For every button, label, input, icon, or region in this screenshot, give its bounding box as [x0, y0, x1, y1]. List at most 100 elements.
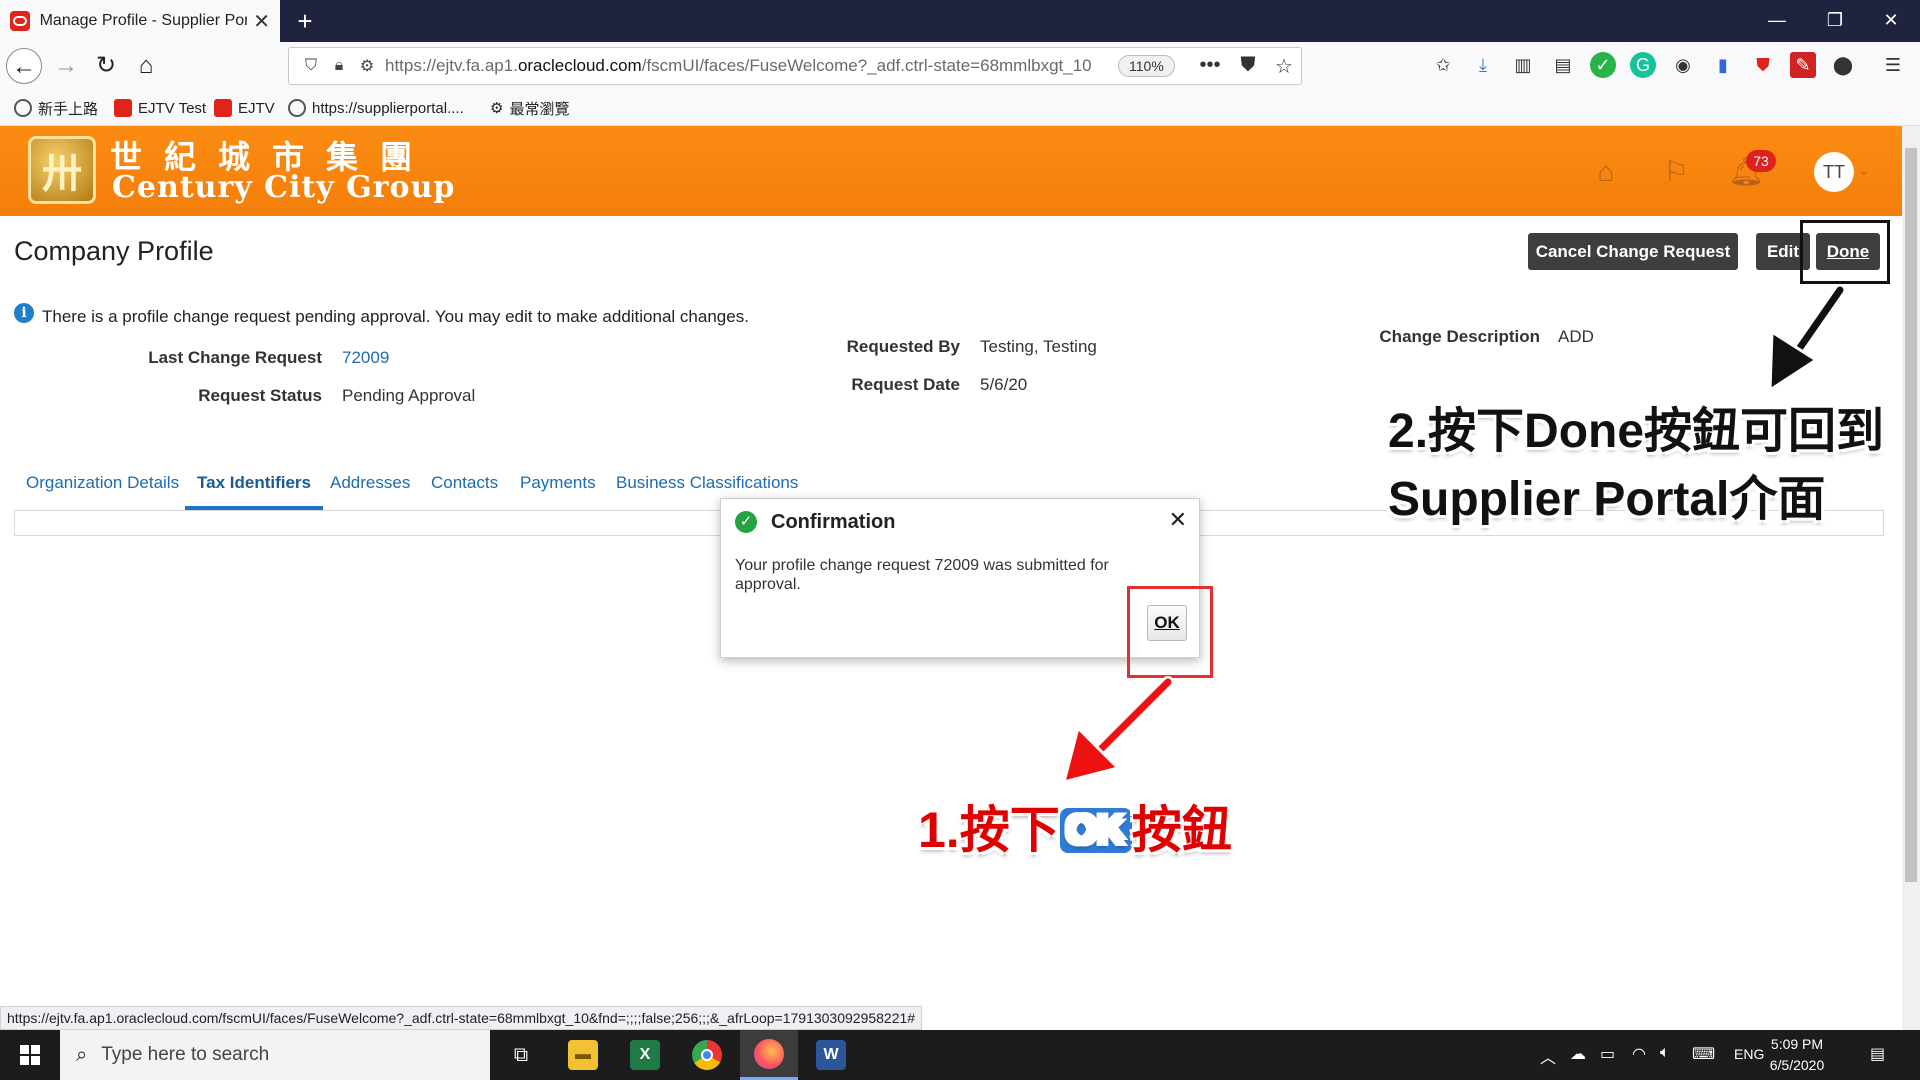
start-button[interactable] — [0, 1030, 60, 1080]
pending-approval-message: There is a profile change request pendin… — [42, 307, 749, 326]
word-icon: W — [816, 1040, 846, 1070]
lock-icon[interactable]: 🔒︎ — [329, 57, 349, 75]
windows-taskbar: ⌕ Type here to search ⧉ ▬ X W ︿ ☁ ▭ ◠ 🔈︎… — [0, 1030, 1920, 1080]
bookmark-ejtv[interactable]: EJTV — [214, 96, 275, 120]
home-button[interactable]: ⌂ — [128, 48, 164, 84]
volume-icon[interactable]: 🔈︎ — [1660, 1044, 1670, 1062]
extension-icon[interactable]: ⬤ — [1830, 52, 1856, 78]
dialog-title: Confirmation — [771, 511, 896, 533]
file-explorer-app[interactable]: ▬ — [554, 1030, 612, 1080]
reading-list-icon[interactable]: ✩ — [1430, 52, 1456, 78]
tab-contacts[interactable]: Contacts — [431, 470, 498, 510]
url-text[interactable]: https://ejtv.fa.ap1.oraclecloud.com/fscm… — [385, 56, 1110, 76]
bookmark-ejtv-test[interactable]: EJTV Test — [114, 96, 206, 120]
checkmark-extension-icon[interactable]: ✓ — [1590, 52, 1616, 78]
pocket-icon[interactable]: ⛊ — [1235, 54, 1261, 77]
scrollbar-thumb[interactable] — [1905, 148, 1917, 882]
request-date-value: 5/6/20 — [980, 375, 1028, 394]
company-logo-emblem: 卅 — [28, 136, 96, 204]
black-arrow — [1768, 284, 1846, 393]
address-bar[interactable]: ⛉ 🔒︎ ⚙ https://ejtv.fa.ap1.oraclecloud.c… — [288, 47, 1302, 85]
pdf-extension-icon[interactable]: ✎ — [1790, 52, 1816, 78]
request-date-label: Request Date — [851, 375, 960, 394]
last-change-request-link[interactable]: 72009 — [342, 348, 389, 368]
battery-icon[interactable]: ▭ — [1600, 1044, 1615, 1064]
chevron-up-icon[interactable]: ︿ — [1540, 1044, 1556, 1068]
close-tab-icon[interactable]: ✕ — [253, 9, 270, 34]
chrome-app[interactable] — [678, 1030, 736, 1080]
system-clock[interactable]: 5:09 PM 6/5/2020 — [1762, 1034, 1832, 1076]
user-avatar[interactable]: TT — [1814, 152, 1854, 192]
minimize-button[interactable]: — — [1748, 0, 1806, 42]
account-icon[interactable]: ◉ — [1670, 52, 1696, 78]
cancel-change-request-button[interactable]: Cancel Change Request — [1528, 233, 1738, 270]
chevron-down-icon[interactable]: ⌄ — [1858, 162, 1870, 179]
shield-extension-icon[interactable]: ⛊ — [1750, 52, 1776, 78]
tab-tax-identifiers[interactable]: Tax Identifiers — [185, 470, 323, 510]
shield-icon[interactable]: ⛉ — [301, 57, 321, 75]
excel-app[interactable]: X — [616, 1030, 674, 1080]
step1-annotation: 1.按下 OK 按鈕 — [918, 802, 1232, 858]
page-actions-icon[interactable]: ••• — [1197, 54, 1223, 77]
bookmark-supplierportal[interactable]: https://supplierportal.... — [288, 96, 464, 120]
zoom-level[interactable]: 110% — [1118, 55, 1175, 77]
grammarly-icon[interactable]: G — [1630, 52, 1656, 78]
flag-icon[interactable]: ⚐ — [1658, 154, 1694, 190]
tab-addresses[interactable]: Addresses — [330, 470, 410, 510]
word-app[interactable]: W — [802, 1030, 860, 1080]
requested-by-value: Testing, Testing — [980, 337, 1097, 356]
action-center-icon[interactable]: ▤ — [1870, 1044, 1885, 1064]
sidebar-icon[interactable]: ▤ — [1550, 52, 1576, 78]
change-description-label: Change Description — [1379, 327, 1540, 346]
home-icon[interactable]: ⌂ — [1588, 154, 1624, 190]
wifi-icon[interactable]: ◠ — [1632, 1044, 1646, 1064]
search-icon: ⌕ — [76, 1043, 88, 1066]
reload-button[interactable]: ↻ — [88, 48, 124, 84]
folder-icon: ▬ — [568, 1040, 598, 1070]
step2-annotation: 2.按下Done按鈕可回到 Supplier Portal介面 — [1388, 405, 1885, 526]
task-view-icon: ⧉ — [513, 1043, 529, 1066]
onedrive-icon[interactable]: ☁ — [1570, 1044, 1586, 1064]
bookmark-extension-icon[interactable]: ▮ — [1710, 52, 1736, 78]
back-button[interactable]: ← — [6, 48, 42, 84]
tab-payments[interactable]: Payments — [520, 470, 596, 510]
library-icon[interactable]: ▥ — [1510, 52, 1536, 78]
new-tab-button[interactable]: + — [288, 4, 322, 38]
page-title: Company Profile — [14, 236, 214, 266]
bookmarks-bar: 新手上路 EJTV Test EJTV https://supplierport… — [0, 90, 1920, 126]
ok-button-highlight — [1127, 586, 1213, 678]
forward-button[interactable]: → — [48, 48, 84, 84]
browser-tab[interactable]: Manage Profile - Supplier Portal ✕ — [0, 0, 280, 42]
status-bar-url: https://ejtv.fa.ap1.oraclecloud.com/fscm… — [0, 1006, 923, 1030]
oracle-icon — [114, 99, 132, 117]
excel-icon: X — [630, 1040, 660, 1070]
keyboard-icon[interactable]: ⌨ — [1692, 1044, 1715, 1064]
request-status-label: Request Status — [198, 386, 322, 405]
tab-organization-details[interactable]: Organization Details — [26, 470, 179, 510]
globe-icon — [288, 99, 306, 117]
globe-icon — [14, 99, 32, 117]
dialog-message: Your profile change request 72009 was su… — [735, 557, 1109, 593]
browser-nav-bar: ← → ↻ ⌂ ⛉ 🔒︎ ⚙ https://ejtv.fa.ap1.oracl… — [0, 42, 1920, 90]
task-view-button[interactable]: ⧉ — [492, 1030, 550, 1080]
bookmark-most-visited[interactable]: ⚙ 最常瀏覽 — [490, 96, 569, 120]
app-header: 卅 世紀城市集團 Century City Group ⌂ ⚐ 🔔︎ — [0, 126, 1902, 216]
info-icon: i — [14, 303, 34, 323]
tab-title: Manage Profile - Supplier Portal — [39, 12, 248, 29]
restore-button[interactable]: ❐ — [1806, 0, 1864, 42]
close-window-button[interactable]: ✕ — [1862, 0, 1920, 42]
input-language[interactable]: ENG — [1734, 1046, 1764, 1062]
oracle-icon — [214, 99, 232, 117]
menu-icon[interactable]: ☰ — [1880, 52, 1906, 78]
close-icon[interactable]: ✕ — [1169, 507, 1187, 533]
search-placeholder: Type here to search — [101, 1044, 270, 1065]
bookmark-getting-started[interactable]: 新手上路 — [14, 96, 98, 120]
ok-emoji-icon: OK — [1059, 808, 1132, 853]
permissions-icon[interactable]: ⚙ — [357, 56, 377, 76]
taskbar-search[interactable]: ⌕ Type here to search — [60, 1030, 490, 1080]
notification-count-badge[interactable]: 73 — [1746, 150, 1776, 172]
bookmark-star-icon[interactable]: ☆ — [1271, 54, 1297, 79]
download-icon[interactable]: ⤓ — [1470, 52, 1496, 78]
oracle-icon — [10, 11, 30, 31]
firefox-app[interactable] — [740, 1030, 798, 1080]
